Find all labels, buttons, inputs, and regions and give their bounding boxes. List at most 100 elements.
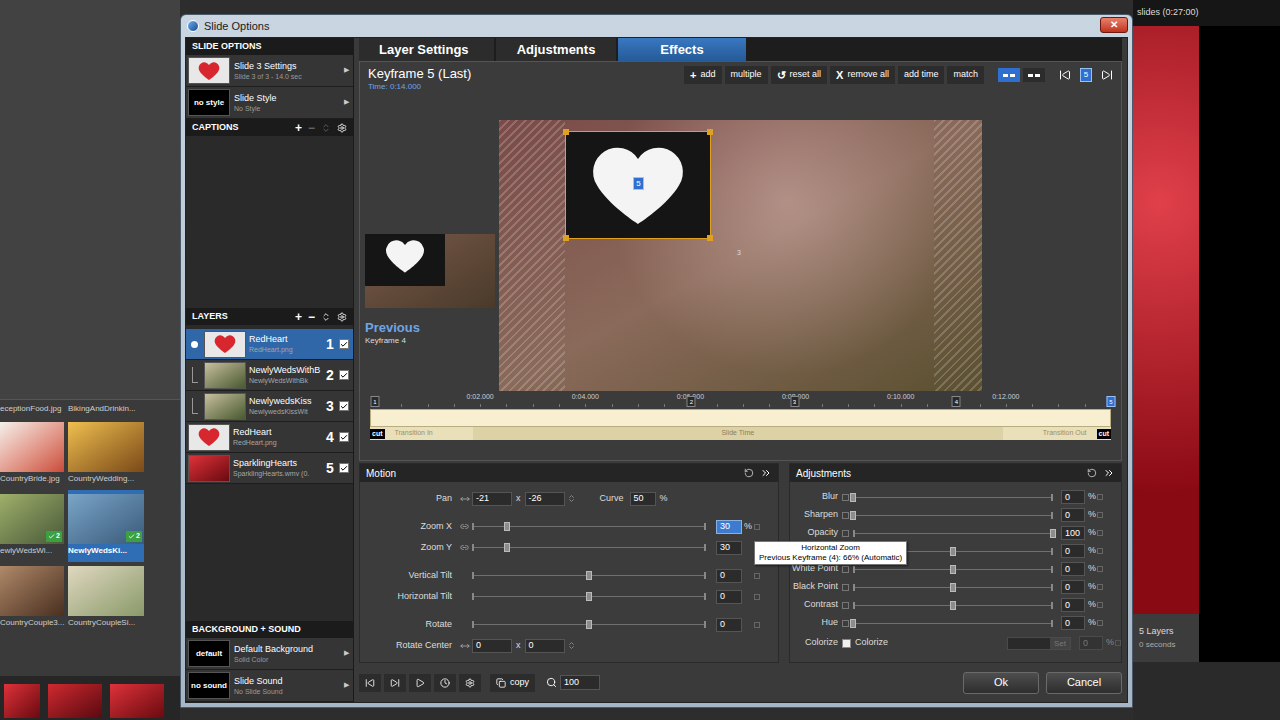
tab[interactable]: Effects (618, 38, 746, 61)
toolbar-icon-button[interactable] (384, 674, 406, 692)
header-button[interactable]: − (308, 122, 315, 134)
value-field[interactable]: 30 (716, 541, 742, 555)
gear-icon[interactable] (337, 312, 347, 322)
toolbar-button[interactable]: add time (898, 66, 945, 84)
collapse-icon[interactable] (760, 467, 772, 479)
slider[interactable] (853, 510, 1053, 520)
slider[interactable] (472, 571, 706, 581)
slider[interactable] (853, 528, 1053, 538)
link-icon[interactable] (460, 543, 469, 552)
toolbar-button[interactable]: match (947, 66, 984, 84)
value-field[interactable]: 0 (1061, 544, 1085, 558)
slider-handle[interactable] (1050, 529, 1056, 538)
sidebar-item[interactable]: no styleSlide StyleNo Style▶ (186, 87, 353, 119)
value-field[interactable]: 100 (1061, 526, 1085, 540)
collapse-icon[interactable] (1103, 467, 1115, 479)
spinner-icon[interactable] (567, 641, 576, 650)
color-swatch[interactable]: Set (1007, 637, 1071, 650)
colorize-checkbox[interactable] (842, 639, 851, 648)
layer-checkbox[interactable] (339, 370, 349, 380)
slider-handle[interactable] (504, 522, 510, 531)
gear-icon[interactable] (337, 123, 347, 133)
layer-row[interactable]: RedHeartRedHeart.png1 (186, 329, 353, 360)
slider-handle[interactable] (950, 601, 956, 610)
view-toggle[interactable] (998, 68, 1020, 82)
value-field[interactable]: 50 (630, 492, 656, 506)
keyframe-marker[interactable]: 2 (687, 396, 696, 407)
slider-handle[interactable] (950, 583, 956, 592)
value-field[interactable]: 0 (716, 618, 742, 632)
slider[interactable] (853, 564, 1053, 574)
file-item[interactable]: eceptionFood.jpg (0, 400, 64, 418)
copy-button[interactable]: copy (490, 674, 535, 692)
close-button[interactable]: ✕ (1100, 17, 1128, 33)
slider-handle[interactable] (950, 547, 956, 556)
layer-checkbox[interactable] (339, 401, 349, 411)
slider-handle[interactable] (586, 571, 592, 580)
slider-handle[interactable] (850, 619, 856, 628)
value-field[interactable]: 0 (716, 569, 742, 583)
slider-handle[interactable] (850, 493, 856, 502)
toolbar-icon-button[interactable] (409, 674, 431, 692)
layer-row[interactable]: RedHeartRedHeart.png4 (186, 422, 353, 453)
slider[interactable] (472, 592, 706, 602)
file-item[interactable]: 2ewlyWedsWi... (0, 490, 64, 562)
zoom-field[interactable]: 100 (560, 675, 600, 690)
file-item[interactable]: 2NewlyWedsKi... (68, 490, 144, 562)
reset-icon[interactable] (744, 468, 754, 478)
value-field[interactable]: 0 (525, 639, 565, 653)
set-button[interactable]: Set (1050, 638, 1070, 649)
slider-handle[interactable] (850, 511, 856, 520)
slider[interactable] (853, 600, 1053, 610)
spinner-icon[interactable] (567, 494, 576, 503)
move-icon[interactable] (460, 641, 470, 651)
value-field[interactable]: 0 (1061, 508, 1085, 522)
header-button[interactable]: + (295, 122, 302, 134)
file-item[interactable]: CountryWedding... (68, 418, 144, 490)
tab[interactable]: Adjustments (496, 38, 616, 61)
toolbar-button[interactable]: multiple (725, 66, 768, 84)
cut-in[interactable]: cut (370, 429, 385, 439)
timeline[interactable]: 0:02.0000:04.0000:06.0000:08.0000:10.000… (360, 390, 1121, 440)
value-field[interactable]: 30 (716, 520, 742, 534)
slider[interactable] (472, 522, 706, 532)
value-field[interactable]: 0 (1079, 636, 1103, 650)
move-icon[interactable] (460, 494, 470, 504)
value-field[interactable]: 0 (716, 590, 742, 604)
toolbar-button[interactable]: ↺reset all (771, 66, 828, 84)
layer-checkbox[interactable] (339, 463, 349, 473)
value-field[interactable]: 0 (1061, 562, 1085, 576)
slider[interactable] (472, 543, 706, 553)
sidebar-item[interactable]: Slide 3 SettingsSlide 3 of 3 - 14.0 sec▶ (186, 55, 353, 87)
file-item[interactable]: CountryCoupleSi... (68, 562, 144, 634)
value-field[interactable]: -26 (525, 492, 565, 506)
first-keyframe-icon[interactable] (1059, 69, 1071, 81)
value-field[interactable]: 0 (1061, 580, 1085, 594)
toolbar-icon-button[interactable] (434, 674, 456, 692)
layer-marker[interactable]: 5 (633, 177, 644, 190)
value-field[interactable]: -21 (472, 492, 512, 506)
sidebar-item[interactable]: no soundSlide SoundNo Slide Sound▶ (186, 670, 353, 702)
link-icon[interactable] (460, 522, 469, 531)
preview-canvas[interactable]: 53 (499, 120, 982, 391)
slider-handle[interactable] (950, 565, 956, 574)
keyframe-marker[interactable]: 3 (790, 396, 799, 407)
tab[interactable]: Layer Settings (359, 38, 494, 61)
reorder-icon[interactable] (321, 312, 331, 322)
layer-row[interactable]: SparklingHeartsSparklingHearts.wmv (0.5 (186, 453, 353, 484)
file-item[interactable]: CountryBride.jpg (0, 418, 64, 490)
view-toggle[interactable] (1023, 68, 1045, 82)
dialog-button[interactable]: Ok (963, 672, 1039, 694)
toolbar-button[interactable]: Xremove all (830, 66, 895, 84)
dialog-button[interactable]: Cancel (1046, 672, 1122, 694)
slider-handle[interactable] (586, 620, 592, 629)
value-field[interactable]: 0 (1061, 598, 1085, 612)
reorder-icon[interactable] (321, 123, 331, 133)
slider[interactable] (853, 582, 1053, 592)
toolbar-icon-button[interactable] (459, 674, 481, 692)
keyframe-marker[interactable]: 1 (371, 396, 380, 407)
keyframe-marker[interactable]: 5 (1107, 396, 1116, 407)
layer-row[interactable]: NewlyWedsWithBNewlyWedsWithBk2 (186, 360, 353, 391)
toolbar-button[interactable]: +add (684, 66, 721, 84)
file-item[interactable]: CountryCouple3... (0, 562, 64, 634)
